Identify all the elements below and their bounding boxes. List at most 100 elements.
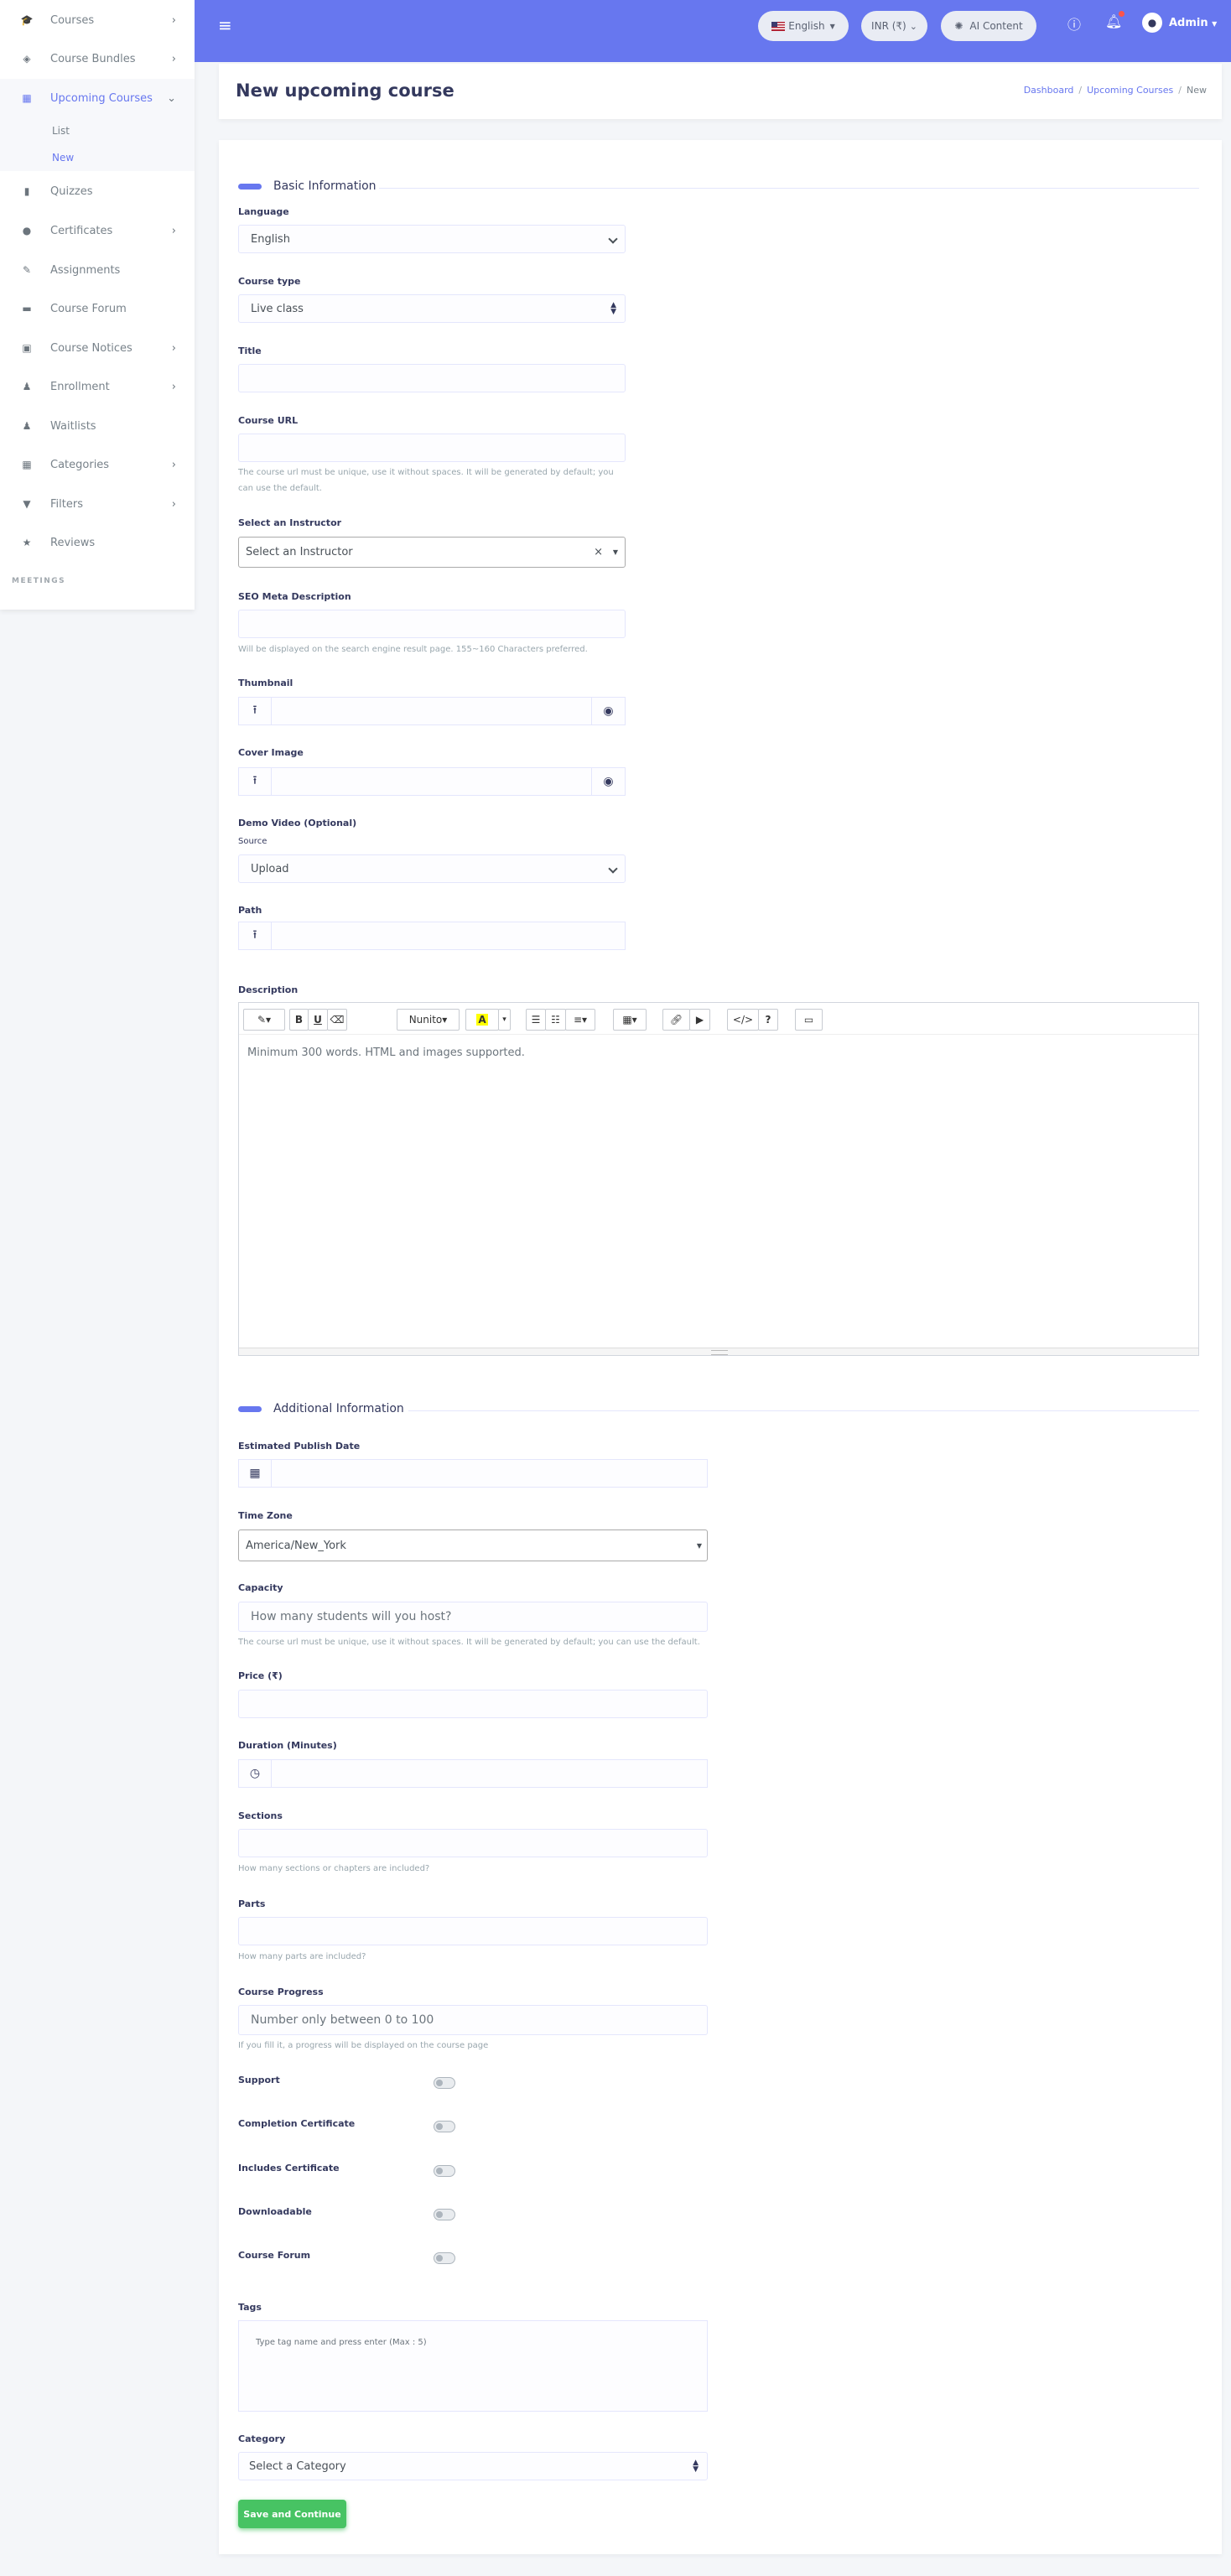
video-icon[interactable]: ▶ (689, 1009, 710, 1031)
category-select[interactable]: Select a Category ▲ ▼ (238, 2452, 708, 2480)
timezone-select[interactable]: America/New_York ▼ (238, 1530, 708, 1561)
breadcrumb-dashboard[interactable]: Dashboard (1024, 85, 1074, 96)
calendar-icon[interactable]: ▦ (238, 1459, 272, 1488)
hamburger-menu-icon[interactable]: ≡ (218, 15, 232, 35)
thumbnail-input[interactable] (272, 697, 592, 725)
publish-date-input[interactable] (272, 1459, 708, 1488)
sidebar-subitem-new[interactable]: New (0, 144, 195, 171)
sections-input[interactable] (238, 1829, 708, 1857)
instructor-select[interactable]: Select an Instructor × ▼ (238, 537, 626, 568)
downloadable-toggle[interactable] (434, 2209, 455, 2220)
capacity-input[interactable]: How many students will you host? (238, 1602, 708, 1632)
sidebar-item-label: Categories (50, 458, 110, 471)
sidebar-item-label: Course Notices (50, 341, 132, 355)
sidebar-item-reviews[interactable]: ★ Reviews (0, 523, 195, 562)
editor-resize-handle[interactable] (239, 1348, 1198, 1355)
bullet-list-icon[interactable]: ☰ (526, 1009, 546, 1031)
sections-help: How many sections or chapters are includ… (238, 1864, 430, 1873)
align-dropdown[interactable]: ≡▾ (565, 1009, 595, 1031)
sidebar: 🎓 Courses › ◈ Course Bundles › ▦ Upcomin… (0, 0, 195, 610)
includes-certificate-label: Includes Certificate (238, 2163, 340, 2174)
cover-image-input[interactable] (272, 767, 592, 796)
sidebar-item-enrollment[interactable]: ♟ Enrollment › (0, 367, 195, 406)
clear-icon[interactable]: × (594, 546, 603, 558)
course-forum-toggle[interactable] (434, 2252, 455, 2264)
sidebar-subitem-label: List (52, 125, 70, 137)
sidebar-item-upcoming-courses[interactable]: ▦ Upcoming Courses ⌄ (0, 79, 195, 117)
tags-input[interactable]: Type tag name and press enter (Max : 5) (238, 2320, 708, 2412)
seo-description-input[interactable] (238, 610, 626, 638)
breadcrumb-upcoming-courses[interactable]: Upcoming Courses (1087, 85, 1173, 96)
progress-input[interactable]: Number only between 0 to 100 (238, 2005, 708, 2035)
help-icon[interactable]: ? (758, 1009, 778, 1031)
sidebar-item-waitlists[interactable]: ♟ Waitlists (0, 407, 195, 445)
bold-icon[interactable]: B (289, 1009, 309, 1031)
comment-icon: ▬ (22, 303, 32, 314)
chevron-down-icon: ⌄ (167, 91, 176, 105)
path-input[interactable] (272, 922, 626, 950)
sidebar-item-categories[interactable]: ▦ Categories › (0, 445, 195, 484)
text-color-icon[interactable]: A (465, 1009, 499, 1031)
table-icon[interactable]: ▦▾ (613, 1009, 647, 1031)
certificate-icon: ● (22, 225, 32, 236)
language-dropdown[interactable]: English ▼ (758, 11, 849, 41)
sidebar-item-quizzes[interactable]: ▮ Quizzes (0, 172, 195, 210)
title-label: Title (238, 345, 262, 356)
language-select[interactable]: English (238, 225, 626, 253)
info-icon[interactable]: ⓘ (1067, 13, 1081, 34)
ai-content-button[interactable]: ✺ AI Content (941, 11, 1036, 41)
caret-down-icon[interactable]: ▾ (498, 1009, 511, 1031)
completion-certificate-toggle[interactable] (434, 2121, 455, 2132)
code-view-icon[interactable]: </> (727, 1009, 759, 1031)
numbered-list-icon[interactable]: ☷ (545, 1009, 566, 1031)
source-select[interactable]: Upload (238, 854, 626, 883)
completion-certificate-label: Completion Certificate (238, 2118, 356, 2129)
upload-icon[interactable]: ⭱ (238, 697, 272, 725)
description-editor[interactable]: ✎▾ B U ⌫ Nunito ▾ A ▾ ☰ ☷ ≡▾ ▦▾ 🔗︎ ▶ </> … (238, 1002, 1199, 1356)
currency-dropdown[interactable]: INR (₹) ⌄ (861, 11, 927, 41)
underline-icon[interactable]: U (308, 1009, 328, 1031)
image-icon[interactable]: ▭ (795, 1009, 823, 1031)
support-toggle[interactable] (434, 2077, 455, 2089)
duration-input[interactable] (272, 1759, 708, 1788)
course-type-select[interactable]: Live class ▲ ▼ (238, 294, 626, 323)
magic-icon[interactable]: ✎▾ (243, 1009, 285, 1031)
sidebar-item-assignments[interactable]: ✎ Assignments (0, 251, 195, 289)
sidebar-item-label: Certificates (50, 224, 113, 237)
price-input[interactable] (238, 1690, 708, 1718)
save-and-continue-button[interactable]: Save and Continue (238, 2500, 346, 2528)
parts-label: Parts (238, 1898, 266, 1909)
sidebar-subitem-list[interactable]: List (0, 117, 195, 144)
capacity-label: Capacity (238, 1582, 283, 1593)
path-group: ⭱ (238, 922, 626, 950)
sidebar-item-course-forum[interactable]: ▬ Course Forum (0, 289, 195, 328)
includes-certificate-toggle[interactable] (434, 2165, 455, 2177)
sections-label: Sections (238, 1810, 283, 1821)
section-title: Basic Information (273, 179, 377, 193)
duration-label: Duration (Minutes) (238, 1740, 337, 1751)
parts-input[interactable] (238, 1917, 708, 1945)
upload-icon[interactable]: ⭱ (238, 767, 272, 796)
category-label: Category (238, 2433, 286, 2444)
course-type-label: Course type (238, 276, 301, 287)
page-title: New upcoming course (236, 80, 454, 101)
font-family-dropdown[interactable]: Nunito ▾ (397, 1009, 460, 1031)
sidebar-item-label: Course Forum (50, 302, 127, 315)
eye-icon[interactable]: ◉ (592, 767, 626, 796)
user-menu[interactable]: Admin ▼ (1169, 17, 1217, 29)
sidebar-item-filters[interactable]: ▼ Filters › (0, 485, 195, 523)
title-input[interactable] (238, 364, 626, 392)
section-title: Additional Information (273, 1402, 404, 1415)
eraser-icon[interactable]: ⌫ (327, 1009, 347, 1031)
course-url-input[interactable] (238, 434, 626, 462)
sidebar-item-certificates[interactable]: ● Certificates › (0, 211, 195, 250)
sidebar-item-course-notices[interactable]: ▣ Course Notices › (0, 329, 195, 367)
notification-badge (1119, 11, 1125, 17)
avatar[interactable]: ● (1142, 13, 1162, 33)
upload-icon[interactable]: ⭱ (238, 922, 272, 950)
sidebar-item-course-bundles[interactable]: ◈ Course Bundles › (0, 39, 195, 78)
sidebar-item-courses[interactable]: 🎓 Courses › (0, 1, 195, 39)
eye-icon[interactable]: ◉ (592, 697, 626, 725)
sidebar-item-label: Enrollment (50, 380, 110, 393)
link-icon[interactable]: 🔗︎ (662, 1009, 690, 1031)
